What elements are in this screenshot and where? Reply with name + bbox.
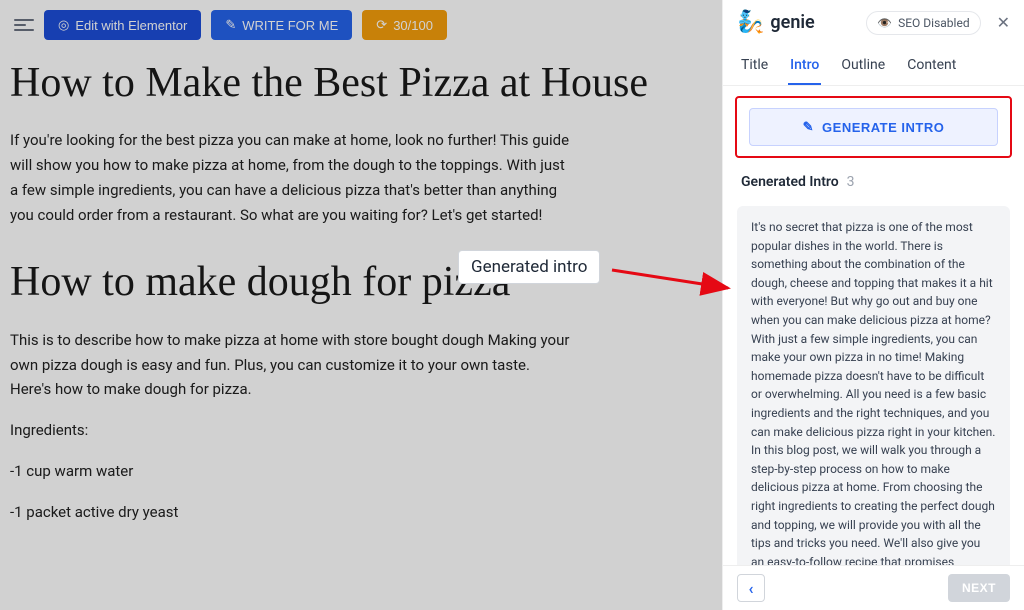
- elementor-label: Edit with Elementor: [75, 18, 187, 33]
- arrow-annotation: [610, 258, 740, 298]
- sidebar-header: 🧞 genie 👁️ SEO Disabled ✕: [723, 0, 1024, 43]
- post-paragraph-2: This is to describe how to make pizza at…: [10, 328, 570, 402]
- editor-pane: ◎ Edit with Elementor ✎ WRITE FOR ME ⟳ 3…: [0, 0, 722, 610]
- pencil-icon: ✎: [225, 17, 236, 33]
- ingredient-2: -1 packet active dry yeast: [10, 500, 570, 525]
- gauge-icon: ⟳: [376, 17, 387, 33]
- edit-elementor-button[interactable]: ◎ Edit with Elementor: [44, 10, 201, 40]
- sidebar-tabs: Title Intro Outline Content: [723, 43, 1024, 86]
- post-heading: How to Make the Best Pizza at House: [10, 58, 712, 108]
- score-label: 30/100: [393, 18, 433, 33]
- tab-title[interactable]: Title: [739, 49, 770, 85]
- generated-count: 3: [847, 174, 855, 190]
- pencil-icon: ✎: [803, 119, 814, 135]
- seo-icon: 👁️: [877, 16, 892, 30]
- menu-icon[interactable]: [14, 19, 34, 31]
- callout-label: Generated intro: [458, 250, 600, 284]
- generate-intro-highlight: ✎ GENERATE INTRO: [735, 96, 1012, 158]
- write-label: WRITE FOR ME: [242, 18, 338, 33]
- seo-pill[interactable]: 👁️ SEO Disabled: [866, 11, 980, 35]
- seo-label: SEO Disabled: [898, 16, 969, 30]
- generated-results: It's no secret that pizza is one of the …: [723, 198, 1024, 565]
- genie-sidebar: 🧞 genie 👁️ SEO Disabled ✕ Title Intro Ou…: [722, 0, 1024, 610]
- write-for-me-button[interactable]: ✎ WRITE FOR ME: [211, 10, 352, 40]
- generate-intro-button[interactable]: ✎ GENERATE INTRO: [749, 108, 998, 146]
- ingredients-label: Ingredients:: [10, 418, 570, 443]
- tab-content[interactable]: Content: [905, 49, 958, 85]
- document-content[interactable]: How to Make the Best Pizza at House If y…: [0, 50, 722, 550]
- editor-toolbar: ◎ Edit with Elementor ✎ WRITE FOR ME ⟳ 3…: [0, 0, 722, 50]
- tab-outline[interactable]: Outline: [839, 49, 887, 85]
- post-heading-2: How to make dough for pizza: [10, 257, 712, 307]
- ingredient-1: -1 cup warm water: [10, 459, 570, 484]
- tab-intro[interactable]: Intro: [788, 49, 821, 85]
- brand-label: genie: [770, 12, 814, 33]
- generated-intro-row: Generated Intro 3: [723, 166, 1024, 198]
- elementor-icon: ◎: [58, 17, 69, 33]
- close-icon[interactable]: ✕: [997, 13, 1010, 32]
- sidebar-footer: ‹ NEXT: [723, 565, 1024, 610]
- back-button[interactable]: ‹: [737, 574, 765, 602]
- post-paragraph-1: If you're looking for the best pizza you…: [10, 128, 570, 227]
- generate-label: GENERATE INTRO: [822, 120, 944, 135]
- result-card[interactable]: It's no secret that pizza is one of the …: [737, 206, 1010, 565]
- brand-logo: 🧞 genie: [737, 10, 815, 35]
- score-button[interactable]: ⟳ 30/100: [362, 10, 447, 40]
- genie-icon: 🧞: [737, 10, 764, 35]
- generated-intro-label: Generated Intro: [741, 174, 839, 190]
- next-button[interactable]: NEXT: [948, 574, 1010, 602]
